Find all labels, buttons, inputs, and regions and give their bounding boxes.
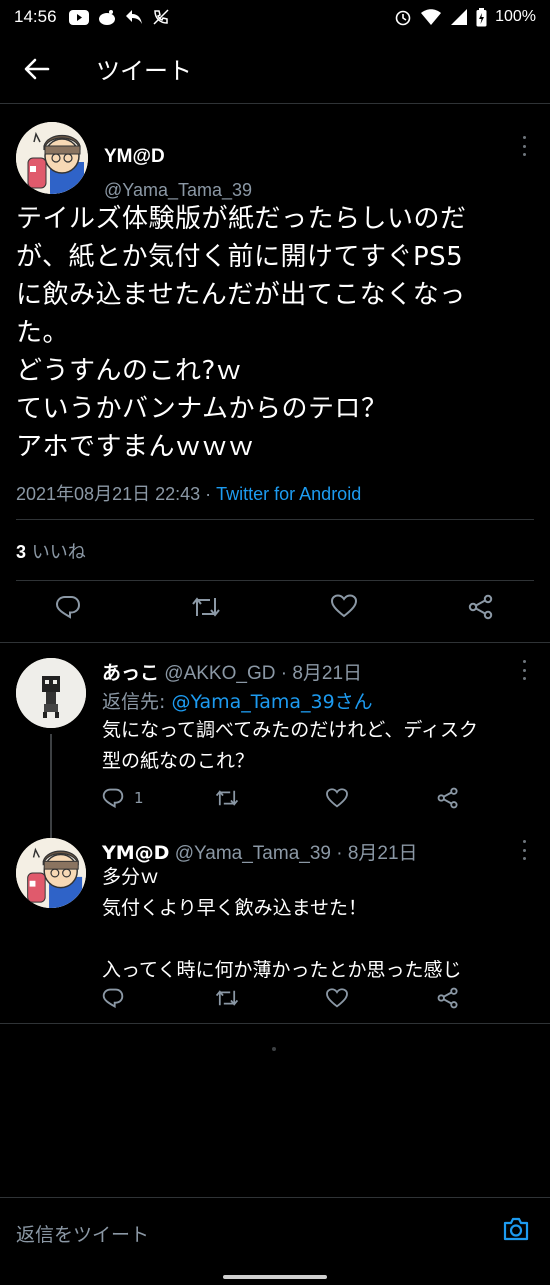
- share-button[interactable]: [437, 787, 459, 809]
- reply-composer: 返信をツイート: [0, 1197, 550, 1263]
- tweet-author: YM@D @Yama_Tama_39: [16, 122, 536, 200]
- likes-number: 3: [16, 542, 27, 562]
- back-arrow-icon: [24, 58, 50, 79]
- reply-icon: [55, 596, 81, 619]
- divider: [0, 642, 550, 643]
- reply-icon: [102, 788, 124, 809]
- reply-header: あっこ @AKKO_GD · 8月21日: [102, 658, 362, 685]
- tweet-timestamp: 2021年08月21日 22:43 ·: [16, 484, 217, 504]
- like-icon: [326, 988, 348, 1008]
- reply-icon: [102, 988, 124, 1009]
- retweet-icon: [192, 597, 220, 617]
- signal-icon: [451, 9, 468, 25]
- retweet-button[interactable]: [215, 987, 239, 1009]
- reply-author-handle[interactable]: @Yama_Tama_39 · 8月21日: [169, 843, 418, 864]
- loading-dot: [272, 1047, 276, 1051]
- retweet-icon: [215, 790, 239, 806]
- more-icon[interactable]: [516, 660, 532, 680]
- like-icon: [326, 788, 348, 808]
- camera-button[interactable]: [502, 1216, 530, 1246]
- more-icon[interactable]: [516, 840, 532, 860]
- reply-author-handle[interactable]: @AKKO_GD · 8月21日: [159, 663, 362, 684]
- replying-to-link[interactable]: @Yama_Tama_39さん: [171, 691, 372, 713]
- battery-icon: [476, 7, 487, 26]
- share-icon: [437, 987, 458, 1009]
- home-indicator[interactable]: [223, 1275, 327, 1279]
- no-call-icon: [153, 9, 169, 25]
- reply-button[interactable]: 1: [102, 787, 144, 809]
- like-button[interactable]: [331, 594, 357, 618]
- status-time: 14:56: [14, 7, 57, 26]
- reply-text: 多分ｗ 気付くより早く飲み込ませた！ 入ってく時に何か薄かったとか思った感じ: [102, 866, 462, 981]
- divider: [16, 580, 534, 581]
- reply-count: 1: [134, 789, 144, 807]
- likes-count[interactable]: 3 いいね: [16, 538, 86, 564]
- share-button[interactable]: [437, 987, 459, 1009]
- back-button[interactable]: [0, 58, 74, 80]
- camera-icon: [503, 1217, 529, 1241]
- replying-label: 返信先:: [102, 691, 172, 713]
- reply-input[interactable]: 返信をツイート: [16, 1220, 149, 1247]
- wifi-icon: [421, 9, 442, 25]
- reply-author-name[interactable]: あっこ: [102, 662, 159, 684]
- reply-notification-icon: [125, 10, 142, 24]
- reply-header: YM@D @Yama_Tama_39 · 8月21日: [102, 838, 418, 865]
- retweet-icon: [215, 990, 239, 1006]
- tweet-client-link[interactable]: Twitter for Android: [216, 484, 361, 504]
- more-icon[interactable]: [516, 136, 532, 156]
- thread-line: [50, 734, 52, 838]
- reply-button[interactable]: [102, 987, 124, 1009]
- tweet-text: テイルズ体験版が紙だったらしいのだ が、紙とか気付く前に開けてすぐPS5 に飲み…: [16, 204, 467, 462]
- avatar[interactable]: [16, 838, 86, 908]
- alarm-icon: [395, 10, 411, 26]
- retweet-button[interactable]: [215, 787, 239, 809]
- divider: [16, 519, 534, 520]
- divider: [0, 1023, 550, 1024]
- like-button[interactable]: [326, 788, 348, 808]
- share-icon: [437, 787, 458, 809]
- top-bar: ツイート: [0, 34, 550, 104]
- like-icon: [331, 594, 357, 618]
- youtube-icon: [68, 9, 89, 25]
- avatar[interactable]: [16, 122, 88, 194]
- likes-label: いいね: [26, 542, 86, 563]
- share-icon: [468, 594, 493, 620]
- tweet-actions: [0, 594, 550, 628]
- replying-to: 返信先: @Yama_Tama_39さん: [102, 687, 373, 714]
- app-icon: [98, 10, 115, 25]
- author-name[interactable]: YM@D: [104, 146, 165, 168]
- page-title: ツイート: [96, 57, 192, 85]
- retweet-button[interactable]: [191, 594, 221, 620]
- avatar[interactable]: [16, 658, 86, 728]
- reply-text: 気になって調べてみたのだけれど、ディスク 型の紙なのこれ？: [102, 719, 479, 772]
- reply-button[interactable]: [55, 594, 81, 620]
- like-button[interactable]: [326, 988, 348, 1008]
- battery-level: 100%: [495, 8, 536, 25]
- tweet-meta: 2021年08月21日 22:43 · Twitter for Android: [16, 480, 361, 506]
- author-handle[interactable]: @Yama_Tama_39: [104, 180, 252, 201]
- reply-author-name[interactable]: YM@D: [102, 842, 169, 864]
- status-bar: 14:56 100%: [0, 0, 550, 34]
- share-button[interactable]: [468, 594, 494, 620]
